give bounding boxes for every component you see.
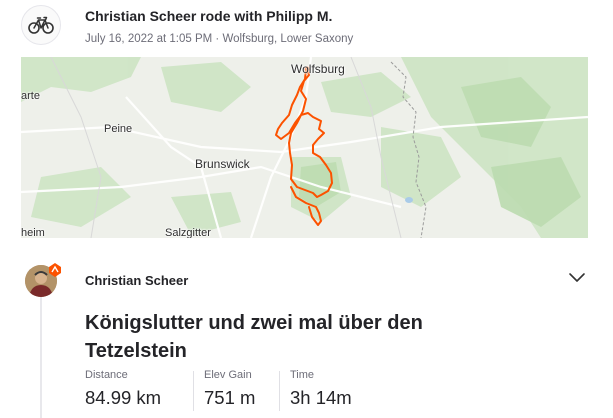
map-label-harte: arte <box>21 90 40 102</box>
athlete-name[interactable]: Christian Scheer <box>85 273 188 288</box>
route-map[interactable]: Wolfsburg Peine Brunswick Salzgitter art… <box>21 57 588 238</box>
chevron-down-icon[interactable] <box>567 270 587 284</box>
subscriber-badge-icon <box>49 263 61 277</box>
stat-divider <box>279 371 280 411</box>
map-label-brunswick: Brunswick <box>195 157 250 171</box>
map-label-peine: Peine <box>104 123 133 135</box>
bike-icon <box>28 16 54 34</box>
stat-label: Time <box>290 369 315 381</box>
stat-time: Time 3h 14m <box>290 369 352 409</box>
stat-value: 751 m <box>204 387 256 408</box>
map-label-wolfsburg: Wolfsburg <box>291 62 345 76</box>
stat-elev-gain: Elev Gain 751 m <box>204 369 255 409</box>
map-label-heim: heim <box>21 227 45 238</box>
stat-value: 3h 14m <box>290 387 352 408</box>
map-background <box>21 57 588 238</box>
group-ride-avatar[interactable] <box>21 5 61 45</box>
activity-date-location: July 16, 2022 at 1:05 PM · Wolfsburg, Lo… <box>85 33 354 45</box>
stat-label: Elev Gain <box>204 369 252 381</box>
timeline-line <box>40 290 42 418</box>
map-label-salzgitter: Salzgitter <box>165 227 211 238</box>
activity-title[interactable]: Königslutter und zwei mal über den Tetze… <box>85 309 505 365</box>
stat-distance: Distance 84.99 km <box>85 369 161 409</box>
stat-label: Distance <box>85 369 128 381</box>
stat-value: 84.99 km <box>85 387 162 408</box>
stat-divider <box>193 371 194 411</box>
group-activity-title[interactable]: Christian Scheer rode with Philipp M. <box>85 8 332 24</box>
